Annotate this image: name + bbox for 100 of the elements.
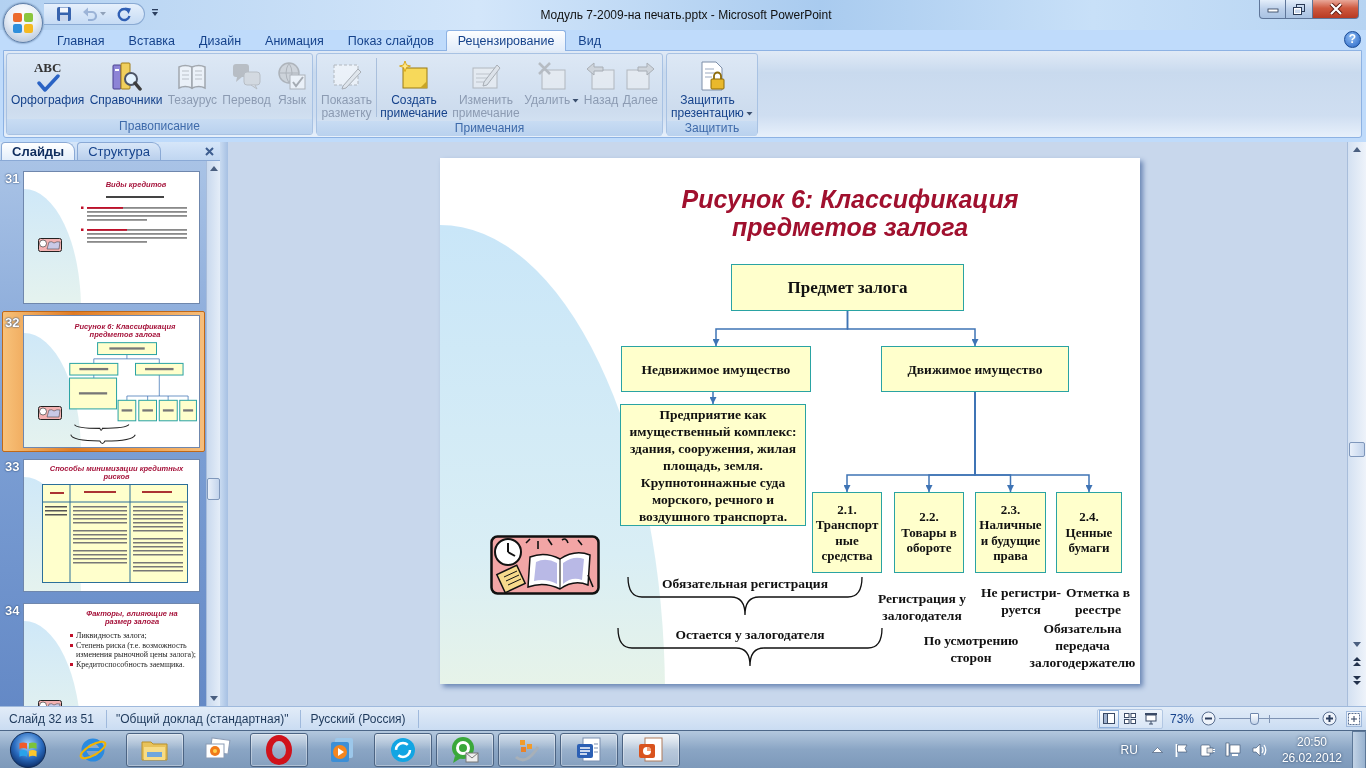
taskbar-button[interactable] [560,732,618,767]
diagram-label: Отметка в реестре [1066,584,1130,618]
slide-number: 31 [5,171,21,187]
close-pane-button[interactable] [205,147,214,156]
office-button[interactable] [3,3,43,43]
diagram-label: Остается у залогодателя [674,626,826,643]
power-plug-icon [1198,741,1215,758]
slide-counter: Слайд 32 из 51 [0,709,107,728]
ribbon-tab[interactable]: Рецензирование [445,30,567,51]
caret-up-icon [1353,147,1361,152]
minimize-button[interactable] [1259,0,1286,19]
note-sparkle-icon [398,60,430,92]
panel-layout-icon [1101,712,1116,725]
ribbon-tab[interactable]: Дизайн [187,30,254,50]
double-caret-up-icon [1353,657,1361,666]
speaker-icon [1250,741,1267,758]
group-label: Защитить [667,121,757,136]
close-button[interactable] [1313,0,1359,19]
speech-bubble-envelope-icon [450,734,480,765]
diagram-label: По усмотрению сторон [922,632,1020,666]
restore-icon [1293,3,1305,15]
note-right-arrow-icon [624,60,657,92]
document-pie-chart-icon [636,734,666,765]
group-label: Примечания [317,121,662,136]
books-magnifier-icon [110,60,142,92]
ring-icon [264,734,294,765]
normal-view-button[interactable] [1098,709,1119,728]
taskbar-button[interactable] [250,732,308,767]
thumbnail-bullet: Степень риска (т.е. возможность изменения рыночной цены залога); [76,641,198,659]
diagram-label: Обязательна передача залогодержателю [1028,620,1137,671]
taskbar-button[interactable] [126,732,184,767]
slide-number: 34 [5,603,21,619]
thumbnail-bullet: Кредитоспособность заемщика. [76,660,185,669]
zoom-out-button[interactable] [1201,711,1216,726]
diagram-label: Обязательная регистрация [661,575,829,592]
scroll-thumb[interactable] [207,478,220,500]
close-icon [205,147,214,156]
save-button[interactable] [54,5,74,23]
four-color-orb-icon [9,730,47,768]
slide-title: Рисунок 6: Классификация предметов залога [680,185,1020,241]
ribbon-tab[interactable]: Вид [566,30,613,50]
projector-screen-icon [1143,712,1158,725]
plus-circle-icon [1322,711,1337,726]
ribbon-tab[interactable]: Вставка [116,30,188,50]
zoom-slider-thumb[interactable] [1250,712,1259,725]
note-cross-icon [535,60,568,92]
window-title: Модуль 7-2009-на печать.pptx - Microsoft PowerPoint [539,7,833,22]
diagram-node: 2.2. Товары в обороте [894,492,964,573]
language-status: Русский (Россия) [301,709,419,728]
fit-to-window-button[interactable] [1346,710,1362,727]
caret-down-icon [151,9,159,17]
taskbar-button[interactable] [374,732,432,767]
diagram-node: Движимое имущество [881,346,1069,392]
pane-tab[interactable]: Структура [77,142,161,160]
clipart-drawing [38,238,62,252]
ribbon-tab[interactable]: Показ слайдов [335,30,446,50]
diagram-node: 2.1. Транспортные средства [812,492,882,573]
diagram-node: Недвижимое имущество [621,346,811,392]
restore-button[interactable] [1286,0,1313,19]
document-lines-icon [574,734,604,765]
zoom-level-button[interactable]: 73% [1162,711,1201,726]
new-comment-button[interactable]: Создать примечание [378,55,450,121]
minus-circle-icon [1201,711,1216,726]
scroll-thumb[interactable] [1349,442,1365,457]
show-desktop-button[interactable] [1352,730,1366,768]
diagram-node: Предмет залога [731,264,964,311]
clipart-drawing [38,406,62,420]
theme-name: "Общий доклад (стандартная)" [106,709,302,728]
caret-down-icon [209,696,218,701]
diagram-node: 2.3. Наличные и будущие права [975,492,1046,573]
close-icon [1328,3,1343,15]
caret-up-icon [1151,746,1163,753]
slide-number: 33 [5,459,21,475]
ribbon-tab[interactable]: Главная [45,30,117,50]
checkmark-icon [35,74,60,92]
connector-arrow [709,391,717,405]
four-squares-icon [1122,712,1137,725]
zoom-in-button[interactable] [1322,711,1337,726]
protect-presentation-button[interactable]: Защитить презентацию [669,55,755,121]
diagram-node: Предприятие как имущественный комплекс: здания, сооружения, жилая площадь, земля. Крупнотоннажные суда морского, речного и воздушного транспорта. [620,404,806,526]
globe-checkbox-icon [275,60,308,92]
taskbar-button[interactable] [498,732,556,767]
diagram-label: Регистрация у залогодателя [877,590,967,624]
taskbar-button[interactable] [436,732,494,767]
caret-down-icon [1353,642,1361,647]
circular-arrow-icon [116,6,132,22]
research-button[interactable]: Справочники [87,55,165,108]
spelling-button[interactable]: ABC Орфография [9,55,87,108]
fit-window-icon [1348,712,1360,725]
note-left-arrow-icon [585,60,617,92]
taskbar-button[interactable] [622,732,680,767]
diagram-node: 2.4. Ценные бумаги [1056,492,1122,573]
customize-toolbar-button[interactable] [151,9,159,17]
ribbon-tab[interactable]: Анимация [253,30,336,50]
network-monitor-icon [1224,741,1241,758]
caret-up-icon [209,166,218,171]
thumbnail-bullet: Ликвидность залога; [76,631,147,640]
curved-arrow-icon [82,6,98,22]
pane-tab[interactable]: Слайды [1,142,76,160]
slide-number: 32 [5,315,21,331]
